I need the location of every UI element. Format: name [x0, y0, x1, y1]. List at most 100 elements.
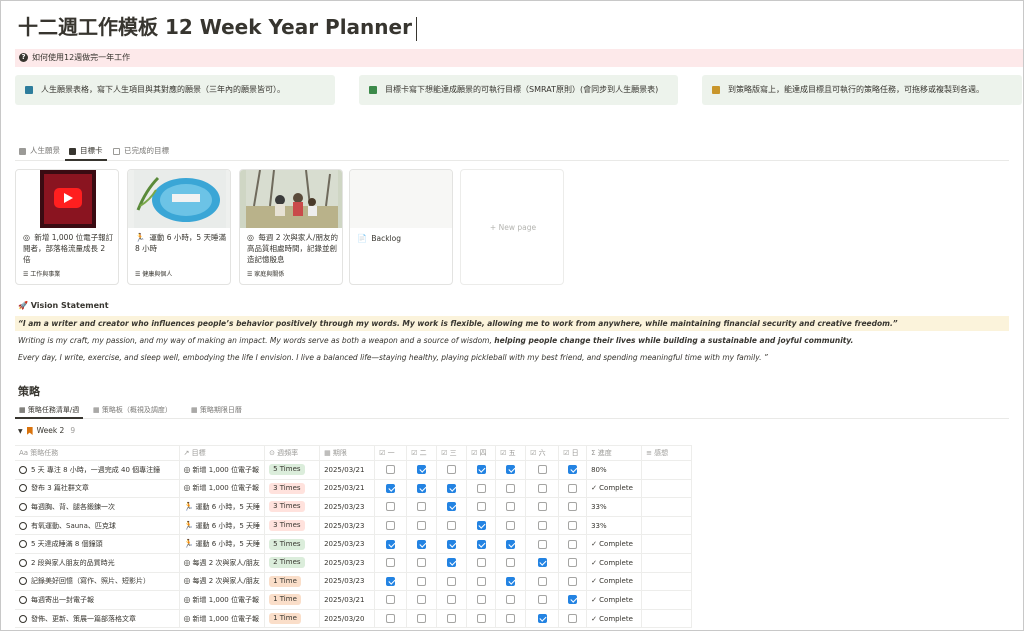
- column-header[interactable]: ≡ 感想: [641, 445, 693, 461]
- frequency-cell[interactable]: 3 Times: [264, 479, 321, 499]
- task-cell[interactable]: 2 段與家人朋友的品質時光: [15, 553, 180, 573]
- day-checkbox[interactable]: [386, 483, 396, 493]
- status-circle-icon[interactable]: [19, 614, 27, 623]
- due-date-cell[interactable]: 2025/03/23: [319, 497, 376, 517]
- day-checkbox[interactable]: [568, 558, 578, 568]
- group-header-week-2[interactable]: ▼ Week 2 9: [18, 426, 75, 435]
- due-date-cell[interactable]: 2025/03/23: [319, 516, 376, 536]
- goal-relation-cell[interactable]: ◎ 新增 1,000 位電子報: [179, 460, 266, 480]
- column-header[interactable]: ☑ 五: [495, 445, 527, 461]
- column-header[interactable]: ☑ 日: [558, 445, 588, 461]
- status-circle-icon[interactable]: [19, 595, 27, 604]
- status-circle-icon[interactable]: [19, 465, 27, 474]
- goal-card[interactable]: 📄 Backlog: [349, 169, 453, 285]
- tab-strategy-board[interactable]: ▦ 策略板（概視及調度）: [89, 404, 176, 419]
- reflection-cell[interactable]: [641, 553, 693, 573]
- day-checkbox[interactable]: [568, 595, 578, 605]
- task-cell[interactable]: 記錄美好回憶（寫作、照片、短影片）: [15, 572, 180, 592]
- goal-relation-cell[interactable]: ◎ 新增 1,000 位電子報: [179, 479, 266, 499]
- day-checkbox[interactable]: [537, 614, 547, 624]
- tab-completed-goals[interactable]: 已完成的目標: [109, 144, 173, 161]
- table-row[interactable]: 每週胸、背、腿各鍛鍊一次 🏃 運動 6 小時，5 天睡 3 Times 2025/03/…: [15, 497, 693, 517]
- goal-relation-cell[interactable]: 🏃 運動 6 小時，5 天睡: [179, 516, 266, 536]
- table-row[interactable]: 發布 3 篇社群文章 ◎ 新增 1,000 位電子報 3 Times 2025/03/2…: [15, 479, 693, 499]
- day-checkbox[interactable]: [506, 614, 516, 624]
- status-circle-icon[interactable]: [19, 540, 27, 549]
- day-checkbox[interactable]: [537, 521, 547, 531]
- frequency-cell[interactable]: 5 Times: [264, 460, 321, 480]
- page-title[interactable]: 十二週工作模板 12 Week Year Planner: [18, 11, 417, 41]
- frequency-cell[interactable]: 3 Times: [264, 516, 321, 536]
- day-checkbox[interactable]: [447, 576, 457, 586]
- due-date-cell[interactable]: 2025/03/21: [319, 479, 376, 499]
- day-checkbox[interactable]: [386, 502, 396, 512]
- day-checkbox[interactable]: [506, 465, 516, 475]
- day-checkbox[interactable]: [506, 521, 516, 531]
- status-circle-icon[interactable]: [19, 502, 27, 511]
- day-checkbox[interactable]: [417, 576, 427, 586]
- table-row[interactable]: 5 天 專注 8 小時，一週完成 40 個專注鐘 ◎ 新增 1,000 位電子報 5 …: [15, 460, 693, 480]
- day-checkbox[interactable]: [506, 595, 516, 605]
- day-checkbox[interactable]: [537, 595, 547, 605]
- day-checkbox[interactable]: [447, 521, 457, 531]
- frequency-cell[interactable]: 1 Time: [264, 590, 321, 610]
- goal-relation-cell[interactable]: ◎ 新增 1,000 位電子報: [179, 590, 266, 610]
- day-checkbox[interactable]: [568, 576, 578, 586]
- day-checkbox[interactable]: [386, 595, 396, 605]
- day-checkbox[interactable]: [537, 539, 547, 549]
- day-checkbox[interactable]: [506, 539, 516, 549]
- goal-relation-cell[interactable]: ◎ 每週 2 次與家人/朋友: [179, 553, 266, 573]
- task-cell[interactable]: 5 天 專注 8 小時，一週完成 40 個專注鐘: [15, 460, 180, 480]
- table-row[interactable]: 5 天達成睡滿 8 個鐘頭 🏃 運動 6 小時，5 天睡 5 Times 2025/03…: [15, 534, 693, 554]
- column-header[interactable]: ↗ 目標: [179, 445, 266, 461]
- due-date-cell[interactable]: 2025/03/21: [319, 460, 376, 480]
- day-checkbox[interactable]: [568, 465, 578, 475]
- reflection-cell[interactable]: [641, 516, 693, 536]
- tab-strategy-weekly[interactable]: ▦ 策略任務清單/週: [15, 404, 84, 419]
- column-header[interactable]: ☑ 四: [466, 445, 497, 461]
- table-row[interactable]: 記錄美好回憶（寫作、照片、短影片） ◎ 每週 2 次與家人/朋友 1 Time 2025…: [15, 572, 693, 592]
- frequency-cell[interactable]: 3 Times: [264, 497, 321, 517]
- due-date-cell[interactable]: 2025/03/23: [319, 534, 376, 554]
- day-checkbox[interactable]: [386, 614, 396, 624]
- day-checkbox[interactable]: [417, 558, 427, 568]
- goal-card[interactable]: 🏃 運動 6 小時，5 天睡滿 8 小時 ☰ 健康與個人: [127, 169, 231, 285]
- reflection-cell[interactable]: [641, 534, 693, 554]
- day-checkbox[interactable]: [417, 483, 427, 493]
- day-checkbox[interactable]: [417, 502, 427, 512]
- status-circle-icon[interactable]: [19, 558, 27, 567]
- due-date-cell[interactable]: 2025/03/21: [319, 590, 376, 610]
- day-checkbox[interactable]: [476, 558, 486, 568]
- frequency-cell[interactable]: 2 Times: [264, 553, 321, 573]
- day-checkbox[interactable]: [417, 614, 427, 624]
- column-header[interactable]: ☑ 二: [406, 445, 438, 461]
- day-checkbox[interactable]: [476, 576, 486, 586]
- goal-card[interactable]: ◎ 新增 1,000 位電子報訂閱者，部落格流量成長 2 倍 ☰ 工作與事業: [15, 169, 119, 285]
- column-header[interactable]: ▦ 期限: [319, 445, 376, 461]
- day-checkbox[interactable]: [447, 595, 457, 605]
- day-checkbox[interactable]: [476, 465, 486, 475]
- reflection-cell[interactable]: [641, 609, 693, 629]
- day-checkbox[interactable]: [386, 576, 396, 586]
- day-checkbox[interactable]: [537, 502, 547, 512]
- column-header[interactable]: Σ 進度: [586, 445, 643, 461]
- reflection-cell[interactable]: [641, 497, 693, 517]
- column-header[interactable]: Aa 策略任務: [15, 445, 180, 461]
- day-checkbox[interactable]: [386, 558, 396, 568]
- task-cell[interactable]: 每週胸、背、腿各鍛鍊一次: [15, 497, 180, 517]
- status-circle-icon[interactable]: [19, 577, 27, 586]
- day-checkbox[interactable]: [447, 539, 457, 549]
- due-date-cell[interactable]: 2025/03/23: [319, 572, 376, 592]
- toggle-down-icon[interactable]: ▼: [18, 428, 23, 435]
- day-checkbox[interactable]: [506, 558, 516, 568]
- table-row[interactable]: 2 段與家人朋友的品質時光 ◎ 每週 2 次與家人/朋友 2 Times 2025/03…: [15, 553, 693, 573]
- day-checkbox[interactable]: [447, 614, 457, 624]
- table-row[interactable]: 每週寄出一封電子報 ◎ 新增 1,000 位電子報 1 Time 2025/03/21 ✓…: [15, 590, 693, 610]
- due-date-cell[interactable]: 2025/03/23: [319, 553, 376, 573]
- day-checkbox[interactable]: [537, 576, 547, 586]
- day-checkbox[interactable]: [447, 502, 457, 512]
- goal-relation-cell[interactable]: ◎ 新增 1,000 位電子報: [179, 609, 266, 629]
- howto-toggle[interactable]: ? 如何使用12週做完一年工作: [15, 49, 1023, 67]
- day-checkbox[interactable]: [537, 483, 547, 493]
- day-checkbox[interactable]: [386, 521, 396, 531]
